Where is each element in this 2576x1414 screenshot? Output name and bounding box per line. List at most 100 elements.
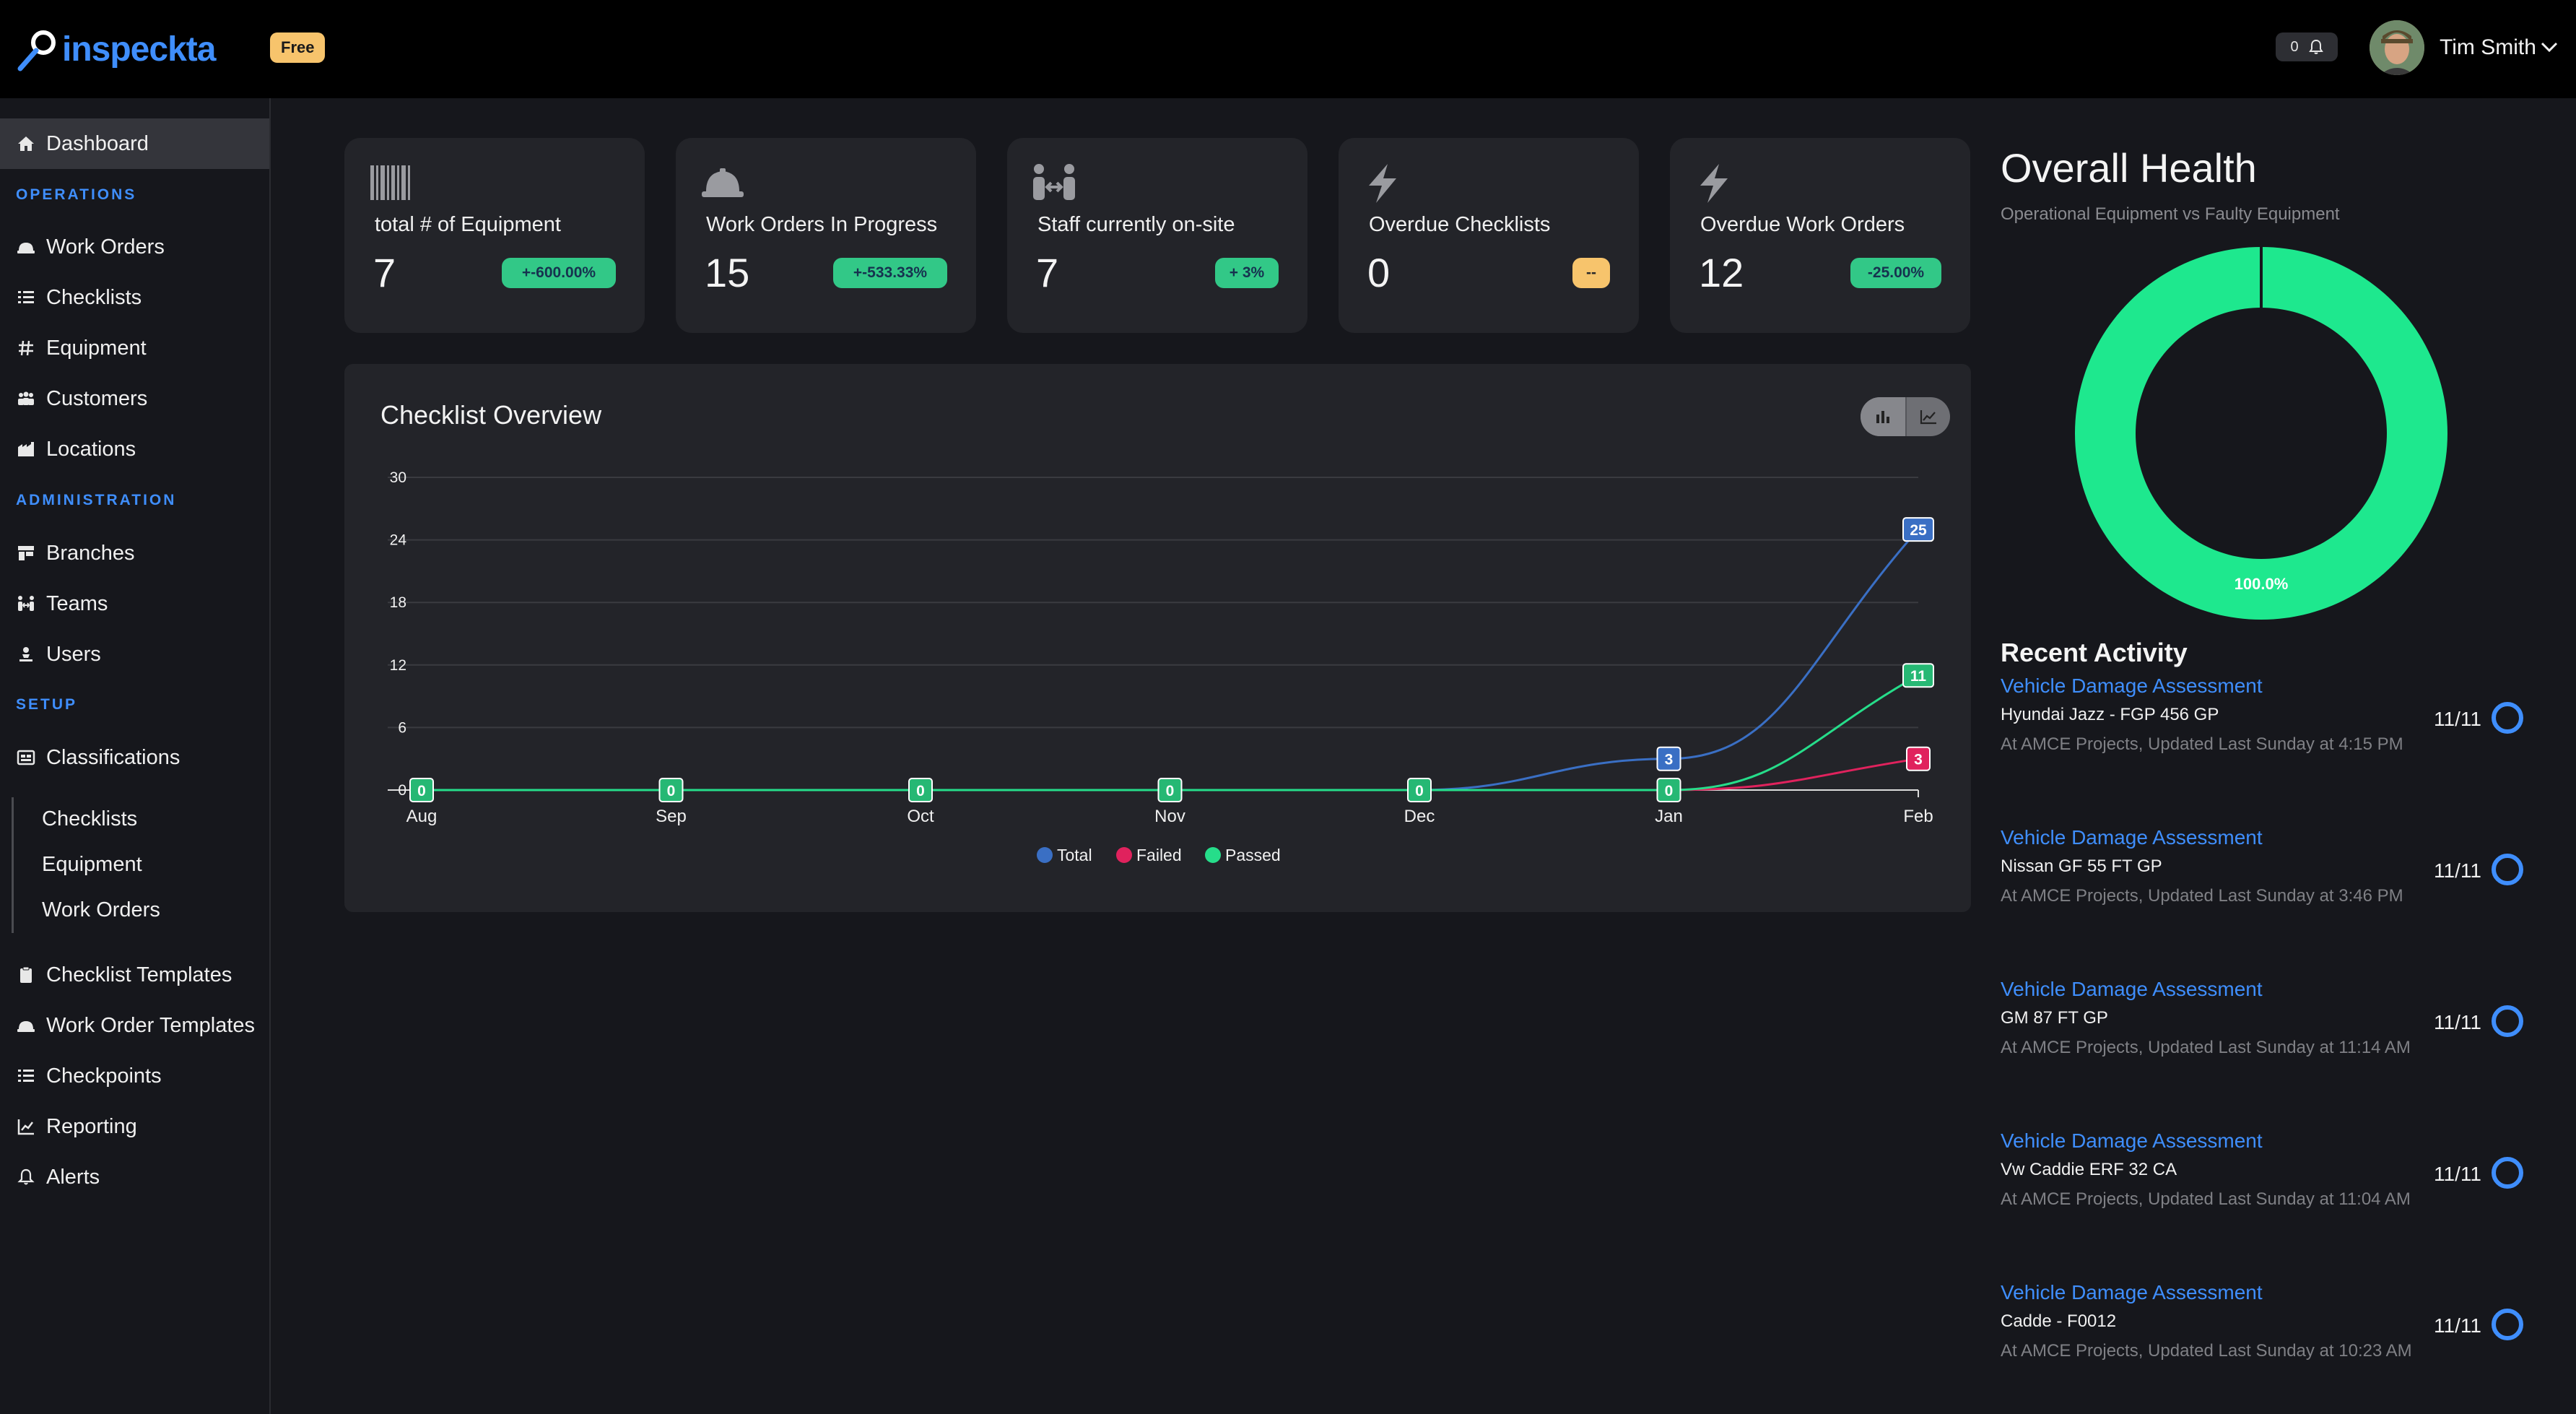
- section-label-operations: OPERATIONS: [16, 186, 137, 203]
- stat-card-equipment[interactable]: total # of Equipment 7 +-600.00%: [344, 138, 645, 333]
- overall-health-donut: 100.0%: [2074, 247, 2447, 620]
- activity-count: 11/11: [2434, 1314, 2481, 1337]
- sidebar-item-teams[interactable]: Teams: [0, 578, 269, 629]
- sidebar-item-label: Alerts: [46, 1165, 100, 1189]
- legend-swatch-passed: [1205, 847, 1221, 863]
- sidebar-item-classifications[interactable]: Classifications: [0, 732, 269, 783]
- sidebar-item-label: Classifications: [46, 745, 180, 769]
- plan-badge: Free: [270, 32, 326, 63]
- avatar[interactable]: [2370, 20, 2424, 75]
- chevron-down-icon[interactable]: [2540, 40, 2559, 53]
- progress-ring-icon: [2492, 1157, 2523, 1189]
- legend-swatch-total: [1037, 847, 1053, 863]
- activity-meta: At AMCE Projects, Updated Last Sunday at…: [2001, 1189, 2411, 1209]
- stat-card-staff[interactable]: Staff currently on-site 7 + 3%: [1007, 138, 1307, 333]
- submenu-divider: [12, 797, 14, 933]
- sidebar-item-customers[interactable]: Customers: [0, 373, 269, 424]
- store-icon: [18, 546, 34, 560]
- activity-title-link[interactable]: Vehicle Damage Assessment: [2001, 823, 2549, 852]
- sidebar-item-equipment[interactable]: Equipment: [0, 323, 269, 373]
- magnifier-logo-icon: [17, 30, 56, 71]
- sidebar-item-label: Customers: [46, 386, 148, 410]
- activity-item[interactable]: Vehicle Damage Assessment GM 87 FT GP At…: [2001, 975, 2549, 1063]
- sidebar-item-dashboard[interactable]: Dashboard: [0, 118, 269, 169]
- people-arrows-icon: [18, 596, 34, 611]
- x-tick-label: Jan: [1655, 807, 1683, 826]
- barcode-icon: [370, 165, 410, 200]
- activity-title-link[interactable]: Vehicle Damage Assessment: [2001, 1278, 2549, 1307]
- progress-ring-icon: [2492, 702, 2523, 734]
- legend-swatch-failed: [1116, 847, 1132, 863]
- sidebar-item-label: Work Orders: [46, 235, 165, 259]
- data-label-passed: 0: [916, 783, 925, 799]
- progress-ring-icon: [2492, 854, 2523, 885]
- stat-title: total # of Equipment: [375, 213, 561, 236]
- brand-name: inspeckta: [62, 30, 216, 69]
- sidebar-item-label: Teams: [46, 591, 108, 615]
- sidebar-item-work-orders[interactable]: Work Orders: [0, 222, 269, 272]
- progress-ring-icon: [2492, 1309, 2523, 1340]
- data-label-total: 3: [1665, 752, 1674, 768]
- activity-title-link[interactable]: Vehicle Damage Assessment: [2001, 1127, 2549, 1155]
- sidebar-item-label: Users: [46, 642, 101, 666]
- section-label-administration: ADMINISTRATION: [16, 492, 177, 508]
- activity-item[interactable]: Vehicle Damage Assessment Nissan GF 55 F…: [2001, 823, 2549, 911]
- sidebar: Dashboard OPERATIONS Work Orders Checkli…: [0, 98, 271, 1414]
- users-icon: [18, 391, 34, 405]
- sidebar-item-work-order-templates[interactable]: Work Order Templates: [0, 1000, 269, 1051]
- series-line-passed: [422, 674, 1919, 791]
- sidebar-subitem-checklists[interactable]: Checklists: [42, 807, 137, 831]
- sidebar-subitem-work-orders[interactable]: Work Orders: [42, 898, 160, 922]
- stat-change-badge: --: [1572, 258, 1610, 288]
- activity-item[interactable]: Vehicle Damage Assessment Hyundai Jazz -…: [2001, 672, 2549, 760]
- stat-card-overdue-work-orders[interactable]: Overdue Work Orders 12 -25.00%: [1670, 138, 1970, 333]
- home-icon: [18, 136, 34, 151]
- sidebar-item-reporting[interactable]: Reporting: [0, 1101, 269, 1152]
- activity-title-link[interactable]: Vehicle Damage Assessment: [2001, 672, 2549, 701]
- legend-label-passed: Passed: [1225, 846, 1281, 864]
- people-arrows-icon: [1033, 164, 1075, 200]
- bolt-icon: [1369, 164, 1396, 203]
- sidebar-item-branches[interactable]: Branches: [0, 528, 269, 578]
- activity-count: 11/11: [2434, 1011, 2481, 1033]
- stat-title: Overdue Checklists: [1369, 213, 1551, 236]
- stat-card-work-orders[interactable]: Work Orders In Progress 15 +-533.33%: [676, 138, 976, 333]
- sidebar-item-alerts[interactable]: Alerts: [0, 1152, 269, 1202]
- stat-value: 0: [1367, 250, 1391, 295]
- activity-count: 11/11: [2434, 1163, 2481, 1185]
- sidebar-item-locations[interactable]: Locations: [0, 424, 269, 474]
- sidebar-item-checkpoints[interactable]: Checkpoints: [0, 1051, 269, 1101]
- line-chart-toggle[interactable]: [1905, 397, 1950, 436]
- sidebar-item-checklists[interactable]: Checklists: [0, 272, 269, 323]
- user-name[interactable]: Tim Smith: [2440, 35, 2536, 60]
- chart-line-icon: [17, 1119, 34, 1135]
- activity-item[interactable]: Vehicle Damage Assessment Cadde - F0012 …: [2001, 1278, 2549, 1366]
- notifications-button[interactable]: 0: [2276, 32, 2338, 61]
- sidebar-item-label: Reporting: [46, 1114, 137, 1138]
- sidebar-item-label: Equipment: [46, 336, 147, 360]
- legend-label-failed: Failed: [1136, 846, 1182, 864]
- sidebar-subitem-equipment[interactable]: Equipment: [42, 853, 142, 877]
- bar-chart-toggle[interactable]: [1861, 397, 1905, 436]
- hard-hat-icon: [17, 1021, 35, 1032]
- sidebar-item-checklist-templates[interactable]: Checklist Templates: [0, 950, 269, 1000]
- user-photo: [2370, 20, 2424, 75]
- building-icon: [18, 442, 34, 456]
- y-tick-label: 0: [398, 782, 406, 799]
- list-icon: [18, 291, 34, 303]
- stat-card-overdue-checklists[interactable]: Overdue Checklists 0 --: [1339, 138, 1639, 333]
- data-label-total: 25: [1910, 522, 1927, 539]
- activity-item[interactable]: Vehicle Damage Assessment Vw Caddie ERF …: [2001, 1127, 2549, 1215]
- sidebar-item-users[interactable]: Users: [0, 629, 269, 680]
- legend-label-total: Total: [1057, 846, 1092, 864]
- sidebar-item-label: Checklist Templates: [46, 963, 232, 986]
- stat-change-badge: +-600.00%: [502, 258, 616, 288]
- sidebar-item-label: Dashboard: [46, 131, 149, 155]
- x-tick-label: Aug: [406, 807, 438, 826]
- folder-tree-icon: [17, 750, 35, 765]
- activity-title-link[interactable]: Vehicle Damage Assessment: [2001, 975, 2549, 1004]
- brand-logo[interactable]: inspeckta: [16, 22, 216, 77]
- checklist-overview-panel: 0 6 12 18 24 30 Aug Sep Oct Nov Dec Jan Feb 3 25 3 0 0 0 0 0…: [344, 364, 1971, 912]
- data-label-passed: 0: [417, 783, 426, 799]
- chart-type-toggle: [1861, 397, 1950, 436]
